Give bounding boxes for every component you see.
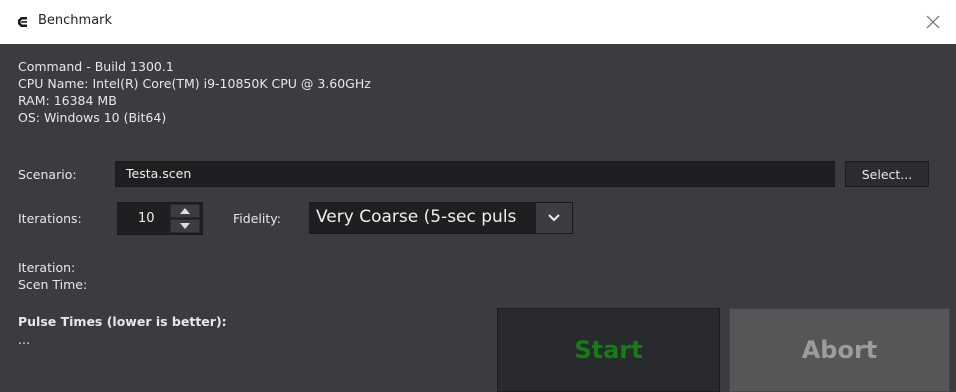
fidelity-dropdown[interactable]: Very Coarse (5-sec puls xyxy=(309,202,573,234)
fidelity-dropdown-button[interactable] xyxy=(536,203,572,233)
iteration-label: Iteration: xyxy=(18,260,76,275)
iterations-label: Iterations: xyxy=(18,211,82,226)
fidelity-value: Very Coarse (5-sec puls xyxy=(316,207,517,227)
scenario-field[interactable]: Testa.scen xyxy=(115,161,835,187)
pulse-times-heading: Pulse Times (lower is better): xyxy=(18,314,227,329)
scenario-label: Scenario: xyxy=(18,167,77,182)
os-info: OS: Windows 10 (Bit64) xyxy=(18,110,167,125)
close-icon xyxy=(926,15,940,29)
chevron-down-icon xyxy=(548,214,560,222)
increment-button[interactable] xyxy=(170,204,200,218)
fidelity-label: Fidelity: xyxy=(233,211,281,226)
chevron-up-icon xyxy=(180,208,190,214)
close-button[interactable] xyxy=(910,0,956,44)
title-bar: Benchmark xyxy=(0,0,956,44)
decrement-button[interactable] xyxy=(170,219,200,233)
command-build: Command - Build 1300.1 xyxy=(18,59,174,74)
iterations-value: 10 xyxy=(138,211,155,226)
app-icon xyxy=(15,14,31,30)
spin-buttons xyxy=(170,204,200,234)
cpu-name: CPU Name: Intel(R) Core(TM) i9-10850K CP… xyxy=(18,76,371,91)
iterations-spinbox[interactable]: 10 xyxy=(117,202,203,235)
system-info: Command - Build 1300.1 CPU Name: Intel(R… xyxy=(18,58,371,126)
start-button[interactable]: Start xyxy=(497,308,720,392)
pulse-times-value: ... xyxy=(18,332,30,347)
abort-button[interactable]: Abort xyxy=(729,308,950,392)
select-button[interactable]: Select... xyxy=(845,161,929,187)
chevron-down-icon xyxy=(180,223,190,229)
window-title: Benchmark xyxy=(38,13,113,28)
scen-time-label: Scen Time: xyxy=(18,277,88,292)
ram-info: RAM: 16384 MB xyxy=(18,93,117,108)
benchmark-panel: Command - Build 1300.1 CPU Name: Intel(R… xyxy=(0,44,956,392)
